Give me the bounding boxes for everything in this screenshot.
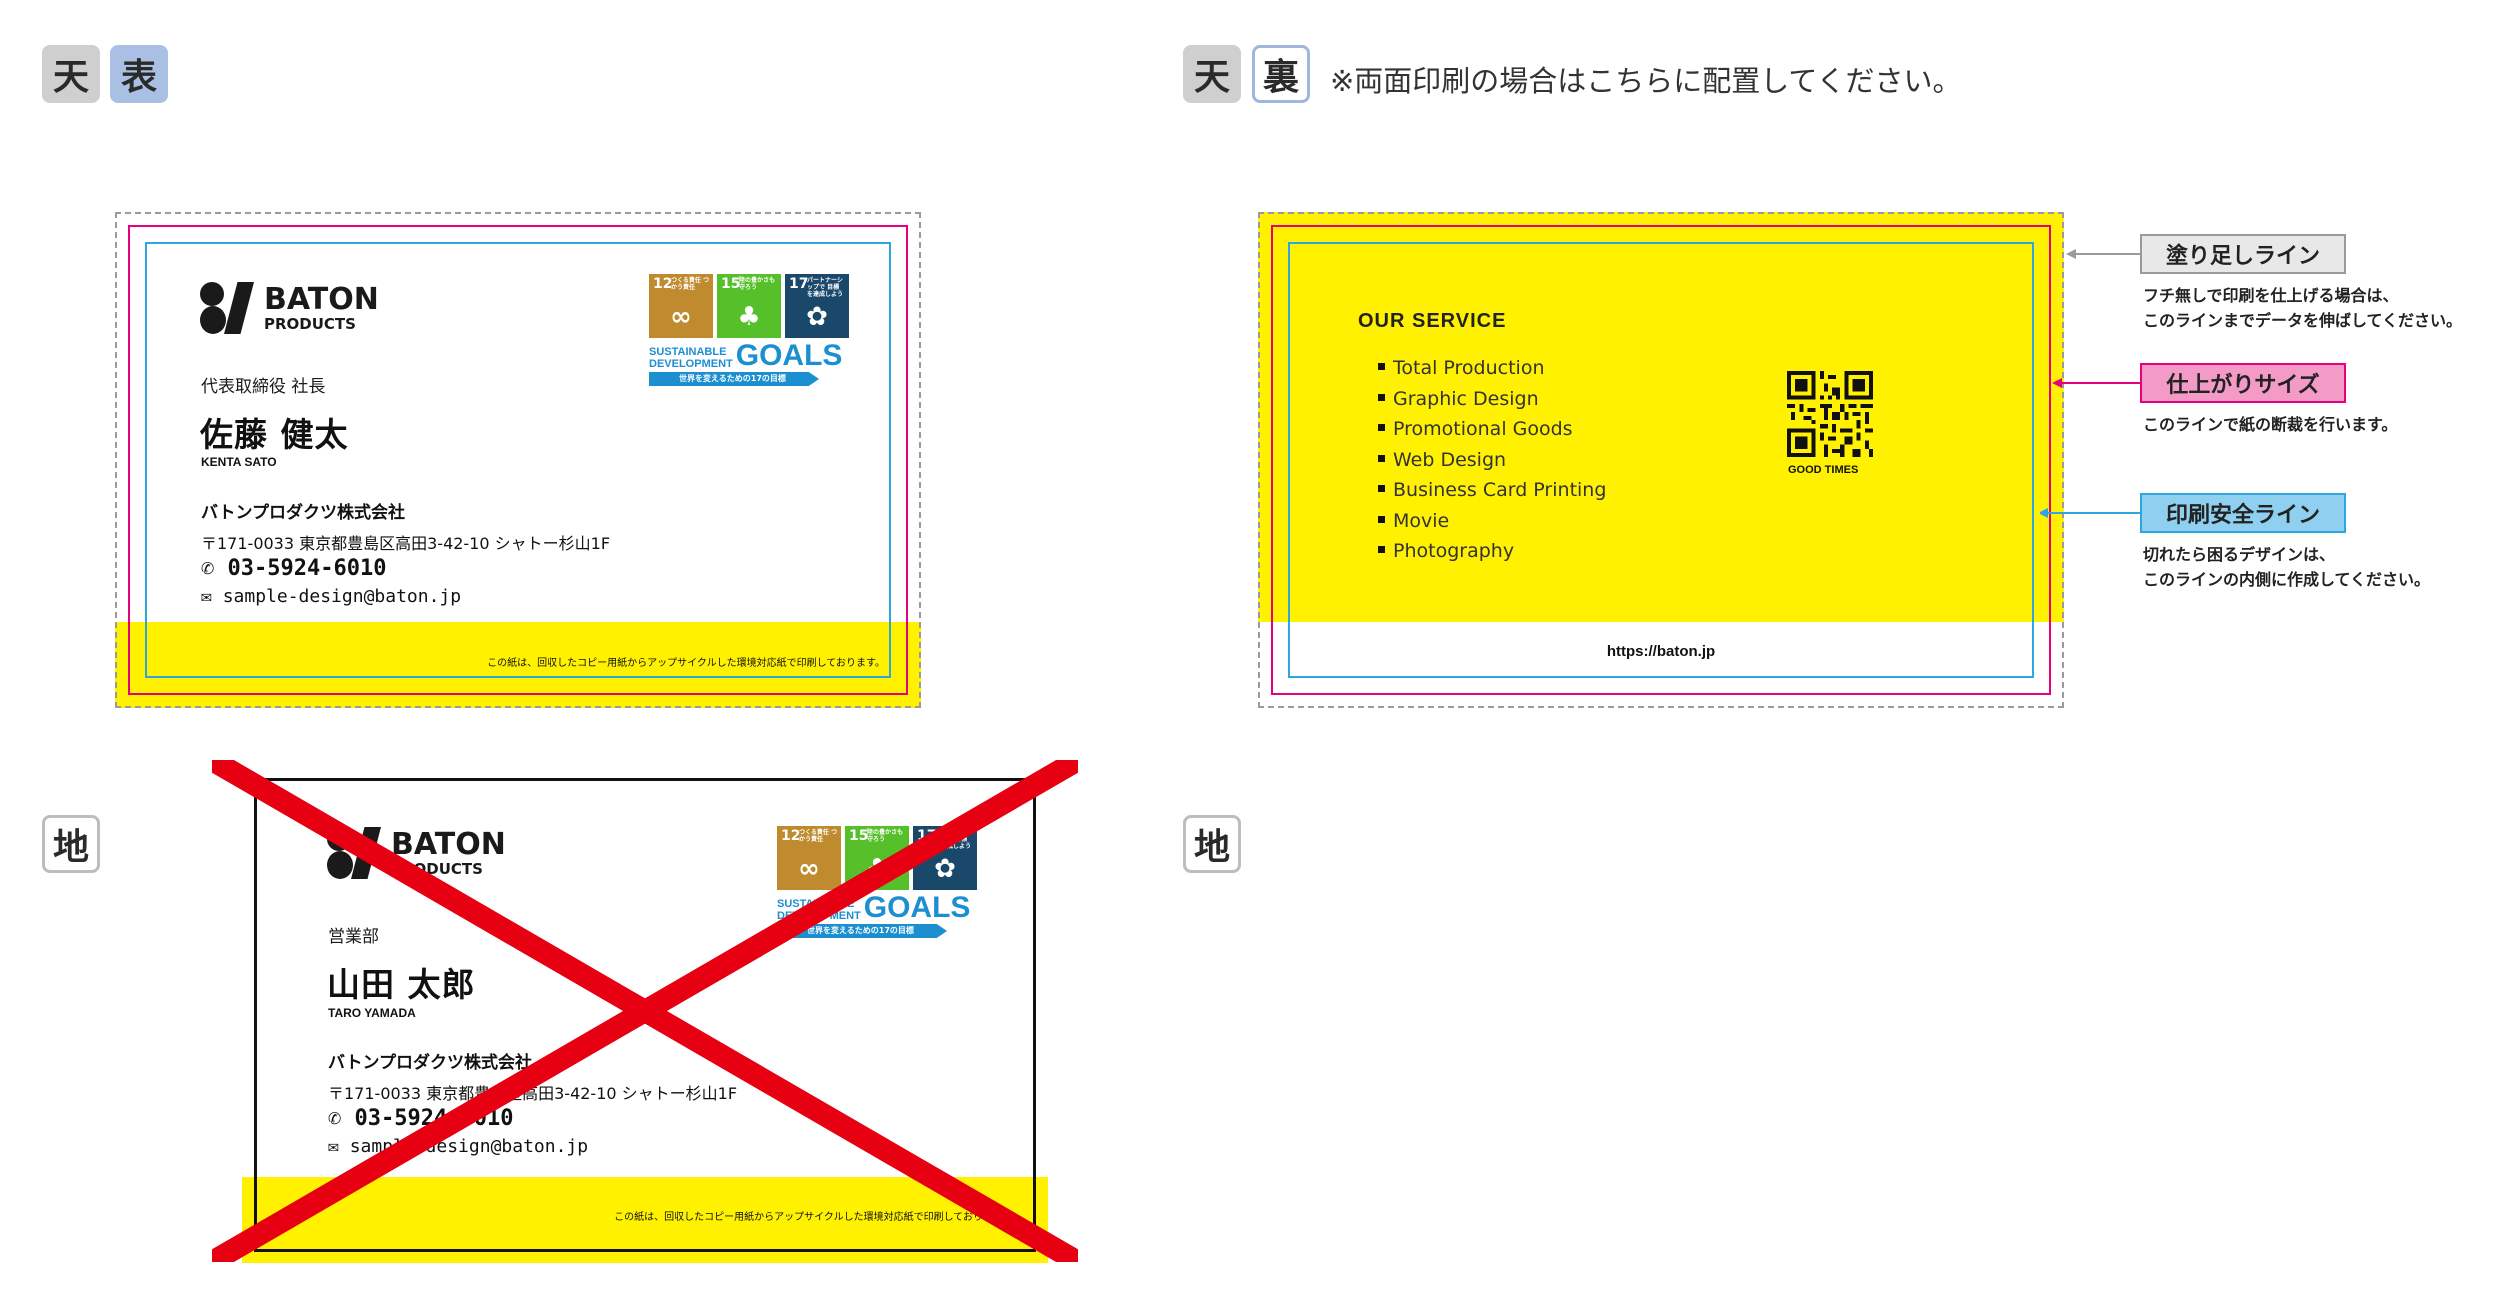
label-top-back: 天 — [1183, 45, 1241, 103]
legend-safe-desc: 切れたら困るデザインは、 このラインの内側に作成してください。 — [2143, 545, 2431, 589]
legend-bleed-desc: フチ無しで印刷を仕上げる場合は、 このラインまでデータを伸ばしてください。 — [2143, 286, 2463, 330]
back-note: ※両面印刷の場合はこちらに配置してください。 — [1330, 64, 1962, 98]
label-top-front: 天 — [42, 45, 100, 103]
back-card: OUR SERVICE Total Production Graphic Des… — [1258, 212, 2064, 708]
legend-leaders — [2040, 249, 2140, 518]
label-bottom-right: 地 — [1183, 815, 1241, 873]
legend-safe-label: 印刷安全ライン — [2140, 493, 2346, 533]
safe-line — [145, 242, 891, 678]
legend-trim-desc: このラインで紙の断裁を行います。 — [2143, 415, 2398, 434]
red-cross — [212, 760, 1078, 1262]
label-back: 裏 — [1252, 45, 1310, 103]
legend-trim-label: 仕上がりサイズ — [2140, 363, 2346, 403]
wrong-card: BATON PRODUCTS 12 つくる責任 つかう責任 ∞ 15 陸の豊かさも … — [212, 760, 1078, 1268]
label-front: 表 — [110, 45, 168, 103]
label-bottom-left: 地 — [42, 815, 100, 873]
front-card: BATON PRODUCTS 12 つくる責任 つかう責任 ∞ 15 陸の豊かさも … — [115, 212, 921, 708]
legend-bleed-label: 塗り足しライン — [2140, 234, 2346, 274]
safe-line — [1288, 242, 2034, 678]
